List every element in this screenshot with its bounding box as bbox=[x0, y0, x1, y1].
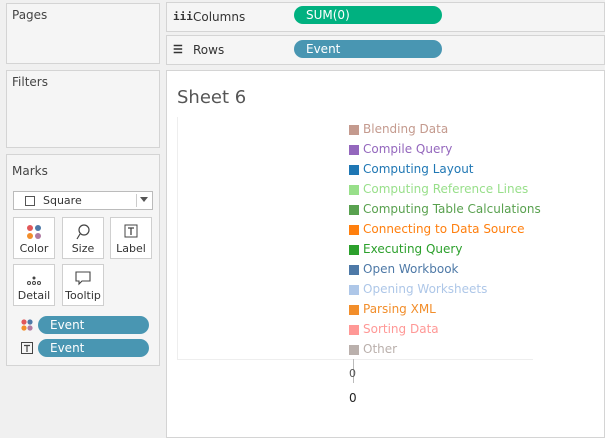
label-t-icon bbox=[124, 224, 138, 238]
columns-icon: iii bbox=[173, 10, 193, 23]
detail-button-label: Detail bbox=[17, 289, 51, 302]
pages-title: Pages bbox=[12, 8, 48, 22]
legend-swatch bbox=[349, 325, 359, 335]
color-button[interactable]: Color bbox=[13, 217, 55, 259]
legend-label: Compile Query bbox=[363, 142, 453, 156]
detail-button[interactable]: Detail bbox=[13, 264, 55, 306]
label-button[interactable]: Label bbox=[110, 217, 152, 259]
filters-card[interactable]: Filters bbox=[6, 70, 160, 148]
color-dots-icon bbox=[27, 225, 41, 239]
legend-swatch bbox=[349, 205, 359, 215]
legend-label: Computing Table Calculations bbox=[363, 202, 541, 216]
legend-swatch bbox=[349, 285, 359, 295]
color-dots-icon bbox=[21, 319, 33, 331]
size-button[interactable]: Size bbox=[62, 217, 104, 259]
legend-swatch bbox=[349, 245, 359, 255]
pane-border-left bbox=[177, 117, 178, 359]
legend-label: Sorting Data bbox=[363, 322, 439, 336]
size-button-label: Size bbox=[71, 242, 95, 255]
legend-label: Other bbox=[363, 342, 398, 356]
label-t-icon bbox=[21, 342, 33, 354]
label-event-pill[interactable]: Event bbox=[38, 339, 149, 357]
pane-border-bottom bbox=[177, 359, 533, 360]
filters-title: Filters bbox=[12, 75, 48, 89]
tooltip-bubble-icon bbox=[75, 271, 91, 286]
legend-swatch bbox=[349, 345, 359, 355]
chevron-down-icon bbox=[140, 197, 148, 202]
marks-card: Marks bbox=[6, 154, 160, 366]
legend-label: Parsing XML bbox=[363, 302, 436, 316]
legend-label: Blending Data bbox=[363, 122, 449, 136]
label-button-label: Label bbox=[116, 242, 146, 255]
pages-card[interactable]: Pages bbox=[6, 3, 160, 64]
legend-label: Computing Reference Lines bbox=[363, 182, 529, 196]
legend-label: Connecting to Data Source bbox=[363, 222, 525, 236]
legend-swatch bbox=[349, 225, 359, 235]
rows-icon: ☰ bbox=[173, 43, 183, 56]
sheet-title: Sheet 6 bbox=[177, 87, 247, 108]
legend-label: Open Workbook bbox=[363, 262, 459, 276]
columns-pill[interactable]: SUM(0) bbox=[294, 6, 442, 24]
detail-dots-icon bbox=[27, 276, 41, 285]
axis-value: 0 bbox=[349, 391, 357, 405]
rows-shelf[interactable]: ☰ Rows Event bbox=[166, 35, 605, 65]
tooltip-button-label: Tooltip bbox=[65, 289, 101, 302]
legend-swatch bbox=[349, 125, 359, 135]
legend-swatch bbox=[349, 185, 359, 195]
legend-swatch bbox=[349, 145, 359, 155]
mark-type-dropdown[interactable]: Square bbox=[13, 191, 153, 210]
columns-shelf[interactable]: iii Columns SUM(0) bbox=[166, 2, 605, 32]
color-event-pill[interactable]: Event bbox=[38, 316, 149, 334]
tooltip-button[interactable]: Tooltip bbox=[62, 264, 104, 306]
rows-label: Rows bbox=[193, 43, 225, 57]
mark-type-label: Square bbox=[43, 194, 82, 207]
dropdown-divider bbox=[136, 194, 137, 207]
rows-pill[interactable]: Event bbox=[294, 40, 442, 58]
size-lasso-icon bbox=[76, 224, 90, 240]
marks-title: Marks bbox=[12, 164, 48, 178]
color-button-label: Color bbox=[19, 242, 49, 255]
legend-swatch bbox=[349, 265, 359, 275]
square-icon bbox=[25, 196, 35, 206]
axis-tick-label: 0 bbox=[349, 367, 356, 380]
legend-label: Executing Query bbox=[363, 242, 463, 256]
legend-label: Opening Worksheets bbox=[363, 282, 488, 296]
worksheet-view[interactable]: Sheet 6 Blending Data Compile Query Comput… bbox=[166, 70, 605, 438]
legend-swatch bbox=[349, 165, 359, 175]
legend-label: Computing Layout bbox=[363, 162, 474, 176]
columns-label: Columns bbox=[193, 10, 246, 24]
legend-swatch bbox=[349, 305, 359, 315]
